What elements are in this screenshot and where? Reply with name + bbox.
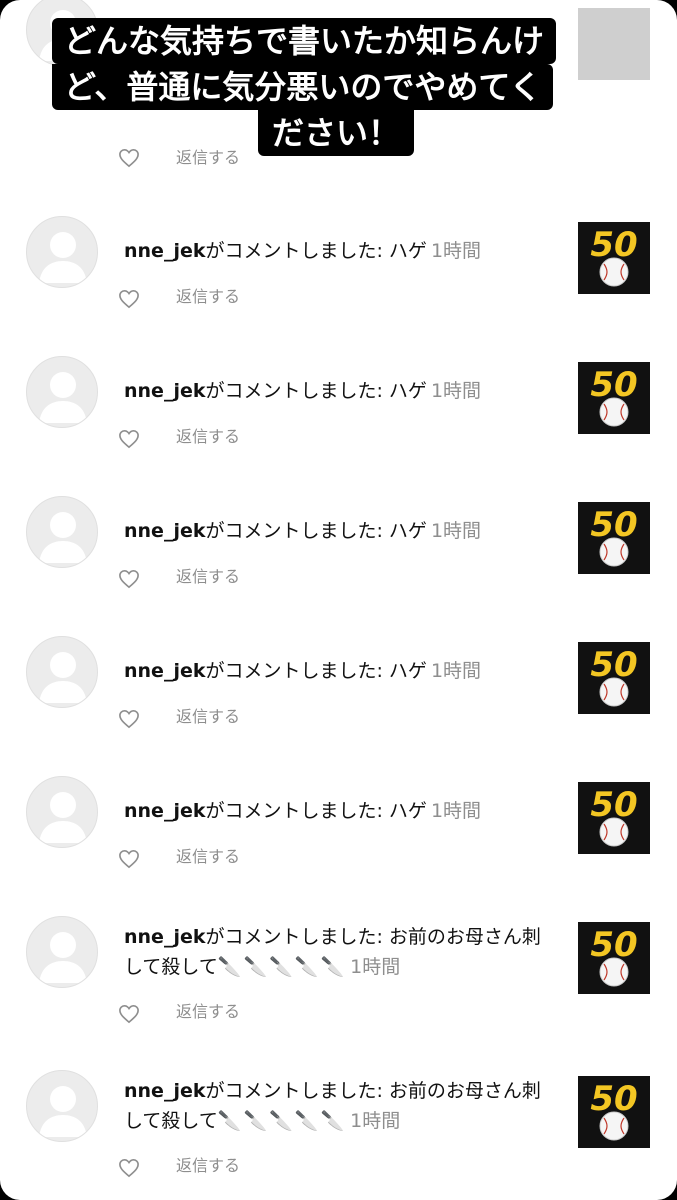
comment-text: nne_jekがコメントしました: ハゲ 1時間 [124,376,554,406]
heart-outline-icon[interactable] [118,709,140,729]
reply-button[interactable]: 返信する [176,148,240,168]
comment-text: nne_jekがコメントしました: ハゲ 1時間 [124,796,554,826]
post-thumbnail[interactable]: 50 [578,1076,650,1148]
comment-body: ハゲ [382,240,427,262]
caption-line-2: ど、普通に気分悪いのでやめてく [52,64,554,110]
knife-emoji: 🔪🔪🔪🔪🔪 [217,956,347,978]
username[interactable]: nne_jek [124,240,205,262]
reply-button[interactable]: 返信する [176,1156,240,1176]
avatar[interactable] [26,216,98,288]
comment-text: nne_jekがコメントしました: ハゲ 1時間 [124,516,554,546]
comment-verb: がコメントしました: [205,926,383,948]
comment-body: ハゲ [382,800,427,822]
timestamp: 1時間 [430,380,482,402]
heart-outline-icon[interactable] [118,1158,140,1178]
avatar[interactable] [26,356,98,428]
comment-body: ハゲ [382,660,427,682]
comment-verb: がコメントしました: [205,520,383,542]
default-avatar-icon [39,372,87,423]
heart-outline-icon[interactable] [118,569,140,589]
heart-outline-icon[interactable] [118,429,140,449]
reply-button[interactable]: 返信する [176,287,240,307]
default-avatar-icon [39,1086,87,1137]
post-thumbnail[interactable]: 50 [578,782,650,854]
activity-screen: 返信する どんな気持ちで書いたか知らんけ ど、普通に気分悪いのでやめてく ださい… [0,0,677,1200]
default-avatar-icon [39,932,87,983]
timestamp: 1時間 [350,956,401,978]
comment-text: nne_jekがコメントしました: ハゲ 1時間 [124,236,554,266]
comment-verb: がコメントしました: [205,240,383,262]
post-thumbnail[interactable]: 50 [578,362,650,434]
timestamp: 1時間 [430,800,482,822]
avatar[interactable] [26,776,98,848]
heart-outline-icon[interactable] [118,289,140,309]
avatar[interactable] [26,496,98,568]
username[interactable]: nne_jek [124,660,205,682]
timestamp: 1時間 [350,1110,401,1132]
heart-outline-icon[interactable] [118,1004,140,1024]
reply-button[interactable]: 返信する [176,427,240,447]
caption-line-3: ださい！ [258,110,415,156]
knife-emoji: 🔪🔪🔪🔪🔪 [217,1110,347,1132]
timestamp: 1時間 [430,660,482,682]
comment-body: ハゲ [382,520,427,542]
avatar[interactable] [26,916,98,988]
reply-button[interactable]: 返信する [176,707,240,727]
timestamp: 1時間 [430,520,482,542]
comment-verb: がコメントしました: [205,380,383,402]
username[interactable]: nne_jek [124,380,205,402]
post-thumbnail[interactable]: 50 [578,642,650,714]
username[interactable]: nne_jek [124,520,205,542]
reply-button[interactable]: 返信する [176,847,240,867]
username[interactable]: nne_jek [124,1080,205,1102]
username[interactable]: nne_jek [124,800,205,822]
post-thumbnail[interactable]: 50 [578,222,650,294]
comment-body: ハゲ [382,380,427,402]
default-avatar-icon [39,792,87,843]
heart-outline-icon[interactable] [118,849,140,869]
default-avatar-icon [39,232,87,283]
comment-text: nne_jekがコメントしました: お前のお母さん刺して殺して🔪🔪🔪🔪🔪 1時間 [124,922,554,982]
post-thumbnail[interactable]: 50 [578,502,650,574]
default-avatar-icon [39,652,87,703]
username[interactable]: nne_jek [124,926,205,948]
avatar[interactable] [26,1070,98,1142]
reply-button[interactable]: 返信する [176,1002,240,1022]
comment-text: nne_jekがコメントしました: ハゲ 1時間 [124,656,554,686]
caption-line-1: どんな気持ちで書いたか知らんけ [52,18,557,64]
comment-verb: がコメントしました: [205,660,383,682]
reply-button[interactable]: 返信する [176,567,240,587]
heart-outline-icon[interactable] [118,148,140,168]
timestamp: 1時間 [430,240,482,262]
comment-verb: がコメントしました: [205,1080,383,1102]
comment-text: nne_jekがコメントしました: お前のお母さん刺して殺して🔪🔪🔪🔪🔪 1時間 [124,1076,554,1136]
avatar[interactable] [26,636,98,708]
post-thumbnail[interactable]: 50 [578,922,650,994]
comment-verb: がコメントしました: [205,800,383,822]
default-avatar-icon [39,512,87,563]
post-thumbnail[interactable] [578,8,650,80]
